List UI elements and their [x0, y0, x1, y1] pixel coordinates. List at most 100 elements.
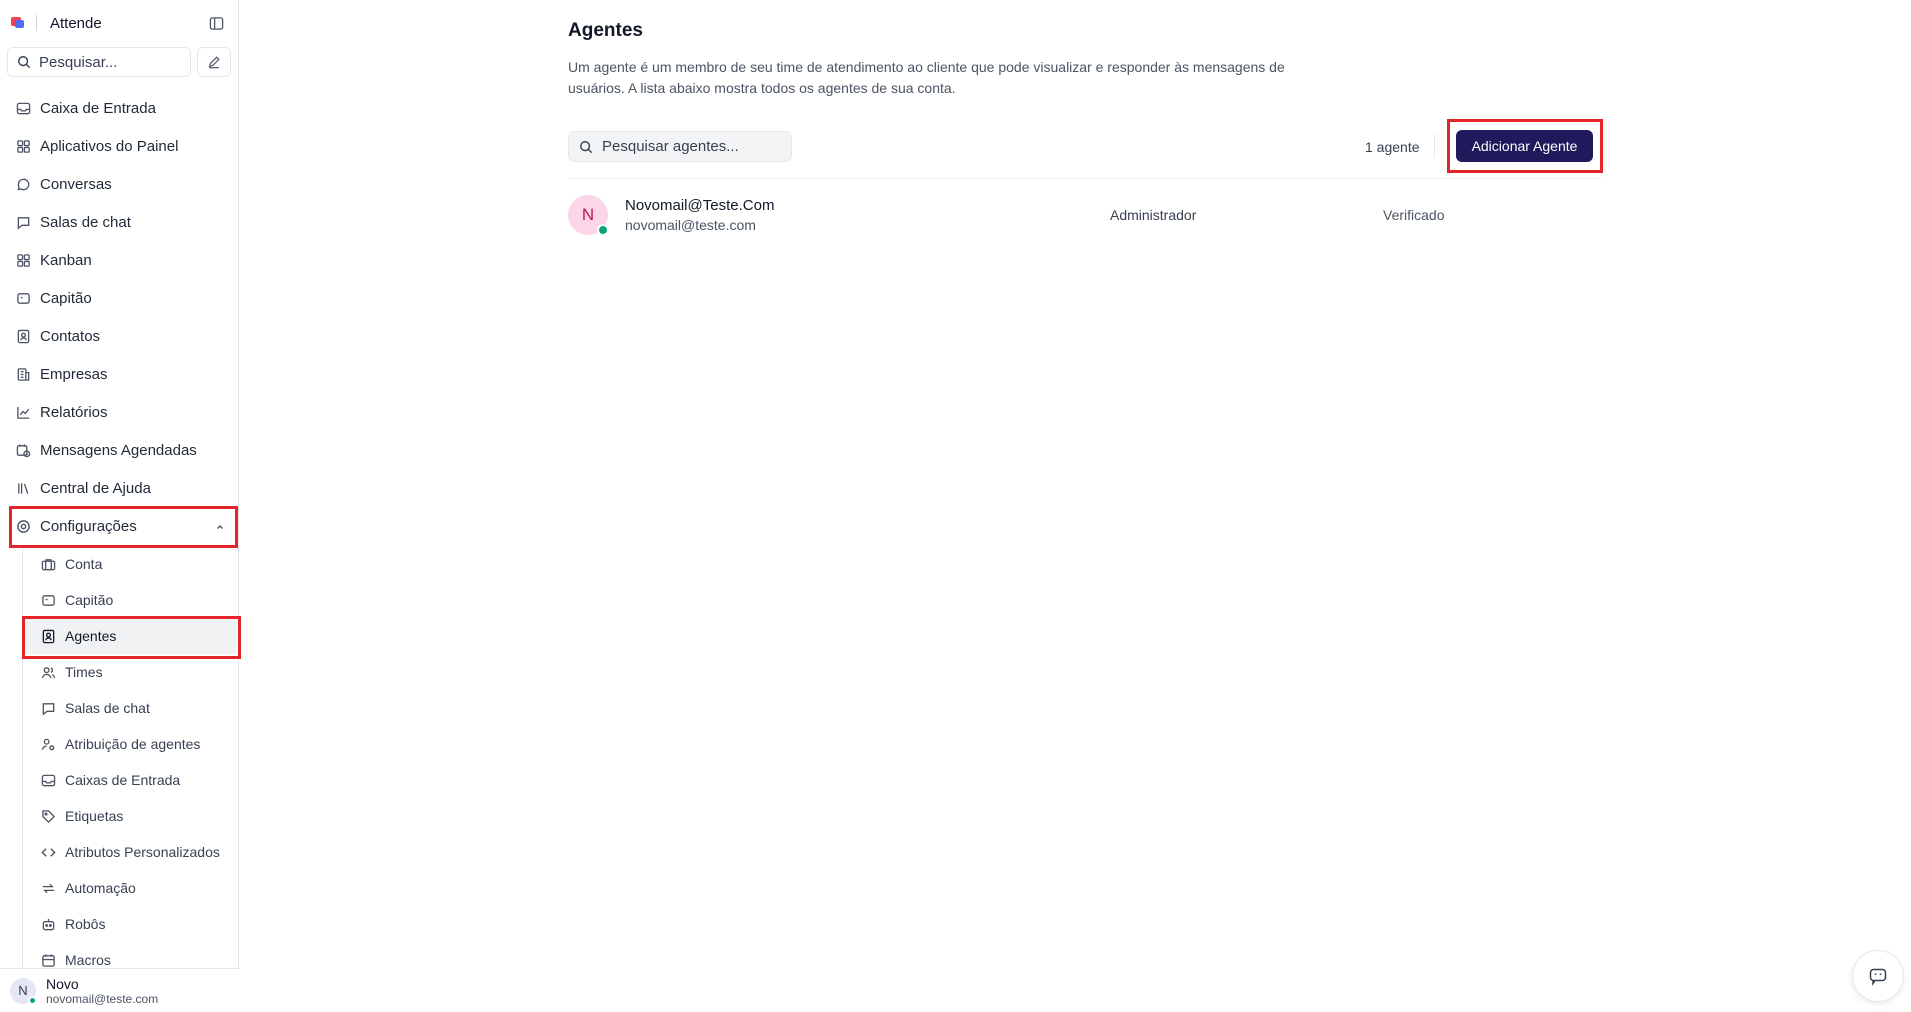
sidebar-item-help-center[interactable]: Central de Ajuda	[10, 469, 235, 507]
settings-subnav: Conta Capitão Agentes Times Salas de cha…	[22, 546, 237, 978]
settings-item-label: Atributos Personalizados	[65, 844, 220, 860]
support-chat-button[interactable]	[1852, 950, 1904, 1002]
app-name: Attende	[50, 14, 102, 32]
kanban-icon	[15, 252, 31, 268]
user-cog-icon	[40, 736, 56, 752]
agent-search-placeholder: Pesquisar agentes...	[602, 138, 739, 155]
settings-item-custom-attributes[interactable]: Atributos Personalizados	[23, 834, 237, 870]
agent-email: novomail@teste.com	[625, 217, 756, 233]
brand-divider	[36, 15, 37, 31]
sidebar-nav: Caixa de Entrada Aplicativos do Painel C…	[10, 89, 235, 545]
settings-item-label: Agentes	[65, 628, 117, 644]
sidebar-item-label: Central de Ajuda	[40, 479, 151, 497]
settings-item-label: Conta	[65, 556, 103, 572]
sidebar-item-label: Relatórios	[40, 403, 108, 421]
settings-item-label: Macros	[65, 952, 111, 968]
settings-item-chat-rooms[interactable]: Salas de chat	[23, 690, 237, 726]
sidebar-toggle-icon[interactable]	[207, 14, 225, 32]
sidebar-item-label: Kanban	[40, 251, 92, 269]
chart-line-icon	[15, 404, 31, 420]
sidebar-item-chat-rooms[interactable]: Salas de chat	[10, 203, 235, 241]
captain-icon	[15, 290, 31, 306]
compose-button[interactable]	[197, 47, 231, 77]
toolbar-divider	[1434, 134, 1435, 158]
settings-item-bots[interactable]: Robôs	[23, 906, 237, 942]
sidebar-item-label: Configurações	[40, 517, 137, 535]
captain-icon	[40, 592, 56, 608]
sidebar-item-companies[interactable]: Empresas	[10, 355, 235, 393]
sidebar-item-contacts[interactable]: Contatos	[10, 317, 235, 355]
current-user[interactable]: N Novo novomail@teste.com	[0, 968, 239, 1012]
settings-item-label: Atribuição de agentes	[65, 736, 201, 752]
contact-card-icon	[15, 328, 31, 344]
sidebar-item-label: Mensagens Agendadas	[40, 441, 197, 459]
message-square-icon	[15, 214, 31, 230]
agent-count: 1 agente	[1365, 139, 1420, 155]
settings-item-label: Salas de chat	[65, 700, 150, 716]
user-name: Novo	[46, 975, 79, 992]
brand-logo	[10, 15, 26, 31]
contact-card-icon	[40, 628, 56, 644]
search-icon	[18, 56, 31, 69]
inbox-icon	[15, 100, 31, 116]
sidebar-item-reports[interactable]: Relatórios	[10, 393, 235, 431]
sidebar-item-conversations[interactable]: Conversas	[10, 165, 235, 203]
sidebar-item-label: Contatos	[40, 327, 101, 345]
settings-item-automation[interactable]: Automação	[23, 870, 237, 906]
chevron-up-icon[interactable]	[215, 519, 225, 536]
code-icon	[40, 844, 56, 860]
settings-item-label: Robôs	[65, 916, 106, 932]
sidebar-item-label: Conversas	[40, 175, 112, 193]
users-icon	[40, 664, 56, 680]
settings-item-label: Etiquetas	[65, 808, 124, 824]
brand-header: Attende	[10, 11, 225, 35]
sidebar-search-input[interactable]: Pesquisar...	[7, 47, 191, 77]
online-status-dot	[28, 995, 37, 1005]
agent-name: Novomail@Teste.Com	[625, 197, 775, 214]
settings-item-captain[interactable]: Capitão	[23, 582, 237, 618]
settings-item-label: Caixas de Entrada	[65, 772, 181, 788]
sidebar-item-label: Aplicativos do Painel	[40, 137, 179, 155]
settings-item-label: Automação	[65, 880, 136, 896]
sidebar: Attende Pesquisar... Caixa de Entrada Ap…	[0, 0, 239, 1012]
library-icon	[15, 480, 31, 496]
online-status-dot	[597, 224, 609, 236]
list-divider	[568, 178, 1602, 179]
settings-item-labels[interactable]: Etiquetas	[23, 798, 237, 834]
user-info: Novo novomail@teste.com	[46, 976, 158, 1006]
pencil-icon	[208, 56, 220, 69]
tag-icon	[40, 808, 56, 824]
repeat-icon	[40, 880, 56, 896]
chat-widget-icon	[1869, 968, 1887, 986]
table-row[interactable]: N Novomail@Teste.Com novomail@teste.com …	[568, 194, 1602, 240]
building-icon	[15, 366, 31, 382]
sidebar-item-inbox[interactable]: Caixa de Entrada	[10, 89, 235, 127]
sidebar-item-dashboard-apps[interactable]: Aplicativos do Painel	[10, 127, 235, 165]
sidebar-search-placeholder: Pesquisar...	[39, 53, 118, 71]
calendar-icon	[40, 952, 56, 968]
agent-search-input[interactable]: Pesquisar agentes...	[568, 131, 792, 162]
settings-item-agents[interactable]: Agentes	[23, 618, 237, 654]
sidebar-item-settings[interactable]: Configurações	[10, 507, 235, 545]
calendar-clock-icon	[15, 442, 31, 458]
avatar: N	[10, 977, 37, 1005]
bot-icon	[40, 916, 56, 932]
sidebar-item-captain[interactable]: Capitão	[10, 279, 235, 317]
sidebar-item-label: Capitão	[40, 289, 92, 307]
sidebar-item-label: Empresas	[40, 365, 108, 383]
add-agent-button[interactable]: Adicionar Agente	[1456, 130, 1593, 162]
sidebar-item-label: Salas de chat	[40, 213, 131, 231]
page-description: Um agente é um membro de seu time de ate…	[568, 59, 1285, 96]
avatar: N	[568, 195, 609, 236]
message-square-icon	[40, 700, 56, 716]
settings-item-teams[interactable]: Times	[23, 654, 237, 690]
sidebar-item-kanban[interactable]: Kanban	[10, 241, 235, 279]
settings-item-inboxes[interactable]: Caixas de Entrada	[23, 762, 237, 798]
settings-icon	[15, 518, 31, 534]
settings-item-account[interactable]: Conta	[23, 546, 237, 582]
sidebar-item-label: Caixa de Entrada	[40, 99, 156, 117]
sidebar-item-scheduled-messages[interactable]: Mensagens Agendadas	[10, 431, 235, 469]
search-icon	[580, 140, 593, 153]
settings-item-agent-assignment[interactable]: Atribuição de agentes	[23, 726, 237, 762]
settings-item-label: Capitão	[65, 592, 114, 608]
